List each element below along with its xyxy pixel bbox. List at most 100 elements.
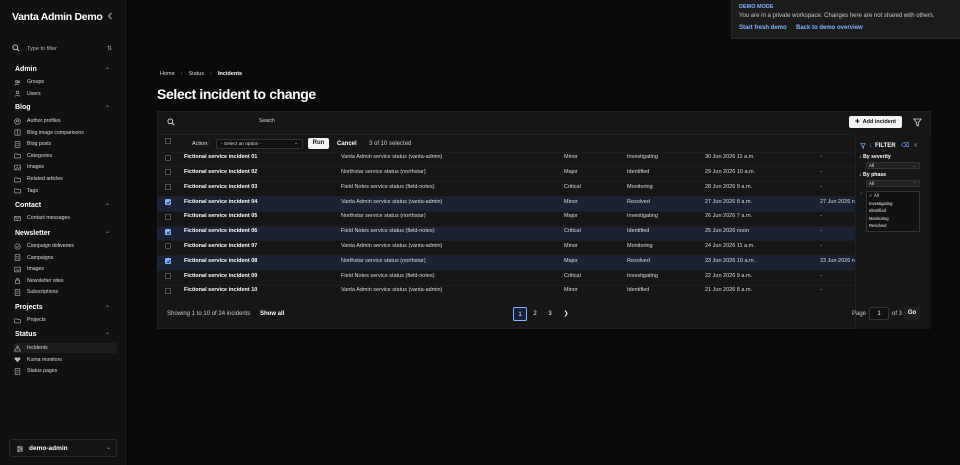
search-icon [167,118,175,126]
sidebar-item-projects-projects[interactable]: Projects [13,315,117,325]
sidebar-item-admin-groups[interactable]: Groups [13,77,117,87]
chevron-down-icon: ⌄ [293,141,298,146]
close-icon[interactable]: ✕ [913,142,918,149]
chevron-up-icon[interactable]: ⌃ [105,332,110,339]
incident-name-link[interactable]: Fictional service incident 10 [184,287,257,293]
incident-service: Vanta Admin service status (vanta-admin) [341,242,443,249]
phase-filter-select[interactable]: All ⌃ [866,180,920,187]
sidebar-item-newsletter-campaigns[interactable]: Campaigns [13,253,117,263]
sidebar-item-contact-contact-messages[interactable]: Contact messages [13,213,117,223]
action-label: Action: [192,141,209,147]
incident-name-link[interactable]: Fictional service incident 08 [184,258,257,264]
go-button[interactable]: Go [904,307,920,320]
incident-name-link[interactable]: Fictional service incident 05 [184,213,257,219]
sidebar-item-newsletter-newsletter-sites[interactable]: Newsletter sites [13,276,117,286]
sidebar-item-blog-blog-posts[interactable]: Blog posts [13,139,117,149]
row-checkbox[interactable] [165,198,171,205]
page-2-button[interactable]: 2 [528,307,542,321]
chevron-up-icon[interactable]: ⌃ [105,203,110,210]
back-to-overview-link[interactable]: Back to demo overview [796,25,863,31]
incident-name-link[interactable]: Fictional service incident 03 [184,184,257,190]
clear-filters-icon[interactable]: ⌫ [901,142,909,149]
filter-toggle-icon[interactable] [913,118,922,127]
page-1-button[interactable]: 1 [513,307,527,321]
breadcrumb-home[interactable]: Home [160,71,175,77]
phase-option-all[interactable]: All [874,193,879,198]
breadcrumb-status[interactable]: Status [189,71,205,77]
sidebar-item-blog-author-profiles[interactable]: Author profiles [13,116,117,126]
incident-name-link[interactable]: Fictional service incident 09 [184,273,257,279]
sidebar-item-blog-images[interactable]: Images [13,162,117,172]
result-count: Showing 1 to 10 of 24 incidents [167,311,251,317]
incident-name-link[interactable]: Fictional service incident 02 [184,169,257,175]
row-checkbox[interactable] [165,287,171,294]
run-button[interactable]: Run [308,138,329,149]
sidebar-item-admin-users[interactable]: Users [13,89,117,99]
phase-option-identified[interactable]: Identified [869,208,886,213]
action-select[interactable]: - Select an option - ⌄ [216,139,303,149]
row-checkbox[interactable] [165,169,171,176]
collapse-sidebar-button[interactable] [107,12,115,22]
sidebar-item-status-kuma-monitors[interactable]: Kuma monitors [13,355,117,365]
cancel-button[interactable]: Cancel [337,141,357,147]
severity-filter-select[interactable]: All ⌄ [866,162,920,169]
phase-option-investigating[interactable]: Investigating [869,201,893,206]
chevron-up-icon: ⌃ [912,181,916,186]
phase-option-resolved[interactable]: Resolved [869,223,886,228]
sidebar-filter-input[interactable]: Type to filter [27,46,57,52]
sidebar-section-contact[interactable]: Contact [15,202,41,209]
sidebar-item-newsletter-subscriptions[interactable]: Subscriptions [13,287,117,297]
table-row[interactable] [157,225,854,241]
folder-icon [13,175,21,183]
sidebar-item-newsletter-campaign-deliveries[interactable]: Campaign deliveries [13,241,117,251]
page-number-input[interactable]: 1 [869,307,889,320]
sidebar-section-blog[interactable]: Blog [15,104,31,111]
search-button[interactable]: Search [259,118,275,124]
incident-started: 28 Jun 2026 9 a.m. [705,183,753,190]
sidebar-item-label: Kuma monitors [27,356,62,363]
incident-name-link[interactable]: Fictional service incident 06 [184,228,257,234]
row-checkbox[interactable] [165,243,171,250]
sidebar-item-status-incidents[interactable]: Incidents [13,343,117,353]
incident-resolved: - [820,242,822,249]
incident-name-link[interactable]: Fictional service incident 07 [184,243,257,249]
row-checkbox[interactable] [165,258,171,265]
page-3-button[interactable]: 3 [543,307,557,321]
sidebar-section-projects[interactable]: Projects [15,304,43,311]
sidebar-item-newsletter-images[interactable]: Images [13,264,117,274]
row-checkbox[interactable] [165,272,171,279]
sidebar-item-status-status-pages[interactable]: Status pages [13,366,117,376]
demo-banner-title: DEMO MODE [739,4,774,10]
phase-option-monitoring[interactable]: Monitoring [869,216,889,221]
sidebar-item-blog-categories[interactable]: Categories [13,151,117,161]
row-checkbox[interactable] [165,228,171,235]
row-checkbox[interactable] [165,213,171,220]
sidebar-section-newsletter[interactable]: Newsletter [15,230,50,237]
delivery-icon [13,242,21,250]
row-checkbox[interactable] [165,184,171,191]
start-fresh-demo-link[interactable]: Start fresh demo [739,25,787,31]
chevron-up-icon[interactable]: ⌃ [105,105,110,112]
select-all-checkbox[interactable] [165,138,171,144]
chevron-up-icon[interactable]: ⌃ [105,231,110,238]
incident-name-link[interactable]: Fictional service incident 01 [184,154,257,160]
sidebar-item-blog-related-articles[interactable]: Related articles [13,174,117,184]
sidebar-item-blog-blog-image-comparisons[interactable]: Blog image comparisons [13,128,117,138]
sidebar-section-status[interactable]: Status [15,331,36,338]
sidebar-item-blog-tags[interactable]: Tags [13,186,117,196]
incident-severity: Critical [564,183,581,190]
expand-collapse-icon[interactable]: ⇅ [107,45,112,52]
incident-phase: Identified [627,168,650,175]
sidebar-filter[interactable]: Type to filter ⇅ [12,44,118,54]
user-menu[interactable]: demo-admin ⌄ [9,439,117,457]
row-checkbox[interactable] [165,154,171,161]
add-incident-button[interactable]: ✚ Add incident [849,116,902,128]
incident-severity: Critical [564,228,581,235]
chevron-up-icon[interactable]: ⌃ [105,305,110,312]
check-icon [166,230,171,234]
sidebar-section-admin[interactable]: Admin [15,66,37,73]
incident-name-link[interactable]: Fictional service incident 04 [184,199,257,205]
next-page-icon[interactable]: ❯ [559,307,573,321]
show-all-link[interactable]: Show all [260,311,284,317]
chevron-up-icon[interactable]: ⌃ [105,67,110,74]
